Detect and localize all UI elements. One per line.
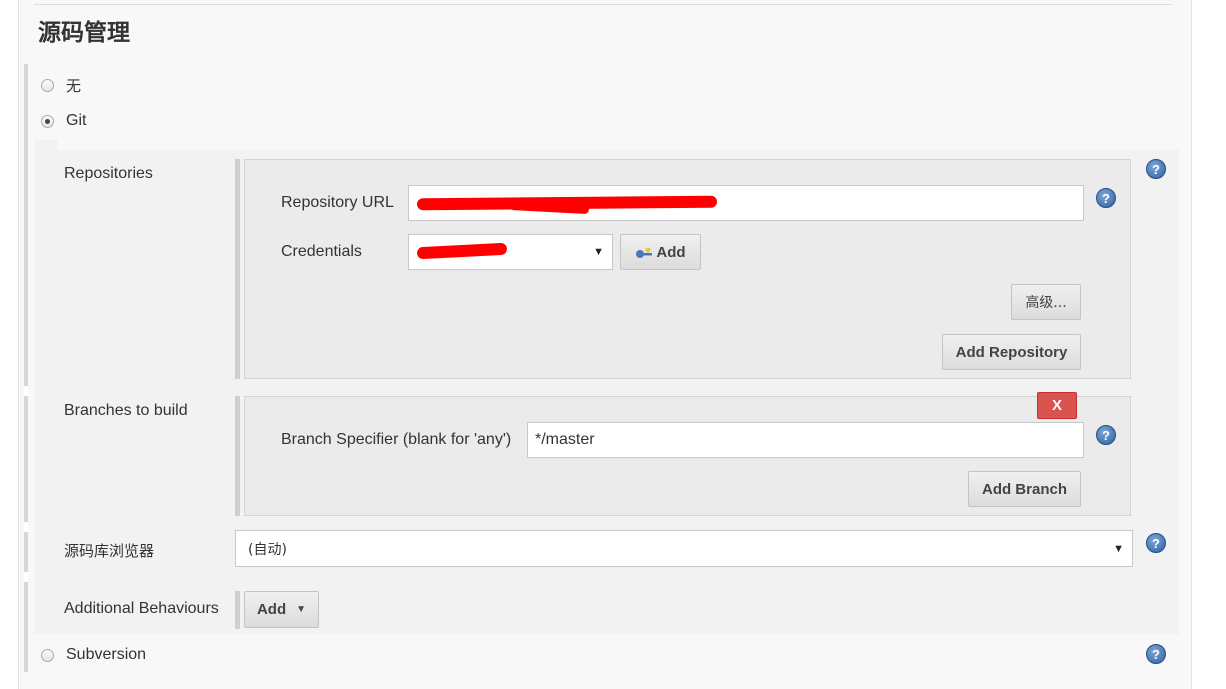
radio-label-git: Git [66,112,87,129]
frame-border [1191,0,1192,689]
caret-down-icon: ▼ [296,604,307,615]
dropdown-arrow-icon: ▼ [1113,542,1124,555]
credentials-select[interactable]: ▼ [408,234,613,270]
help-icon[interactable]: ? [1096,188,1116,208]
dropdown-arrow-icon: ▼ [593,246,604,258]
radio-label-none: 无 [66,77,82,95]
add-credentials-button[interactable]: Add [620,234,701,270]
help-icon[interactable]: ? [1146,159,1166,179]
key-icon [635,246,653,258]
section-separator [24,572,28,582]
radio-none[interactable] [41,79,54,92]
repository-url-input[interactable] [408,185,1084,221]
branch-specifier-input[interactable]: */master [527,422,1084,458]
repositories-label: Repositories [64,165,153,182]
page-title: 源码管理 [38,20,130,46]
radio-subversion[interactable] [41,648,54,662]
branches-label: Branches to build [64,402,188,419]
behaviours-bar [235,591,240,629]
add-credentials-label: Add [656,243,686,261]
frame-border [18,0,19,689]
repository-browser-value: (自动) [248,541,287,558]
advanced-button[interactable]: 高级... [1011,284,1081,320]
branch-specifier-label: Branch Specifier (blank for 'any') [281,431,512,448]
add-behaviour-label: Add [256,601,287,618]
add-repository-button[interactable]: Add Repository [942,334,1081,370]
section-separator [24,386,28,396]
radio-label-subversion: Subversion [66,646,147,663]
repository-browser-label: 源码库浏览器 [64,542,155,560]
delete-branch-button[interactable]: X [1037,392,1077,419]
repository-url-label: Repository URL [281,194,394,211]
radio-git[interactable] [41,114,54,128]
repository-browser-select[interactable]: (自动) ▼ [235,530,1133,567]
redacted-credential [416,242,508,260]
additional-behaviours-label: Additional Behaviours [64,600,219,617]
branches-bar [235,396,240,516]
radio-row-subversion[interactable]: Subversion [41,646,146,664]
add-branch-button[interactable]: Add Branch [968,471,1081,507]
radio-row-git[interactable]: Git [41,112,86,130]
divider [34,4,1172,5]
help-icon[interactable]: ? [1146,644,1166,664]
add-behaviour-button[interactable]: Add ▼ [244,591,319,628]
help-icon[interactable]: ? [1146,533,1166,553]
help-icon[interactable]: ? [1096,425,1116,445]
section-separator [24,522,28,532]
repositories-bar [235,159,240,379]
credentials-label: Credentials [281,243,362,260]
radio-row-none[interactable]: 无 [41,75,81,96]
